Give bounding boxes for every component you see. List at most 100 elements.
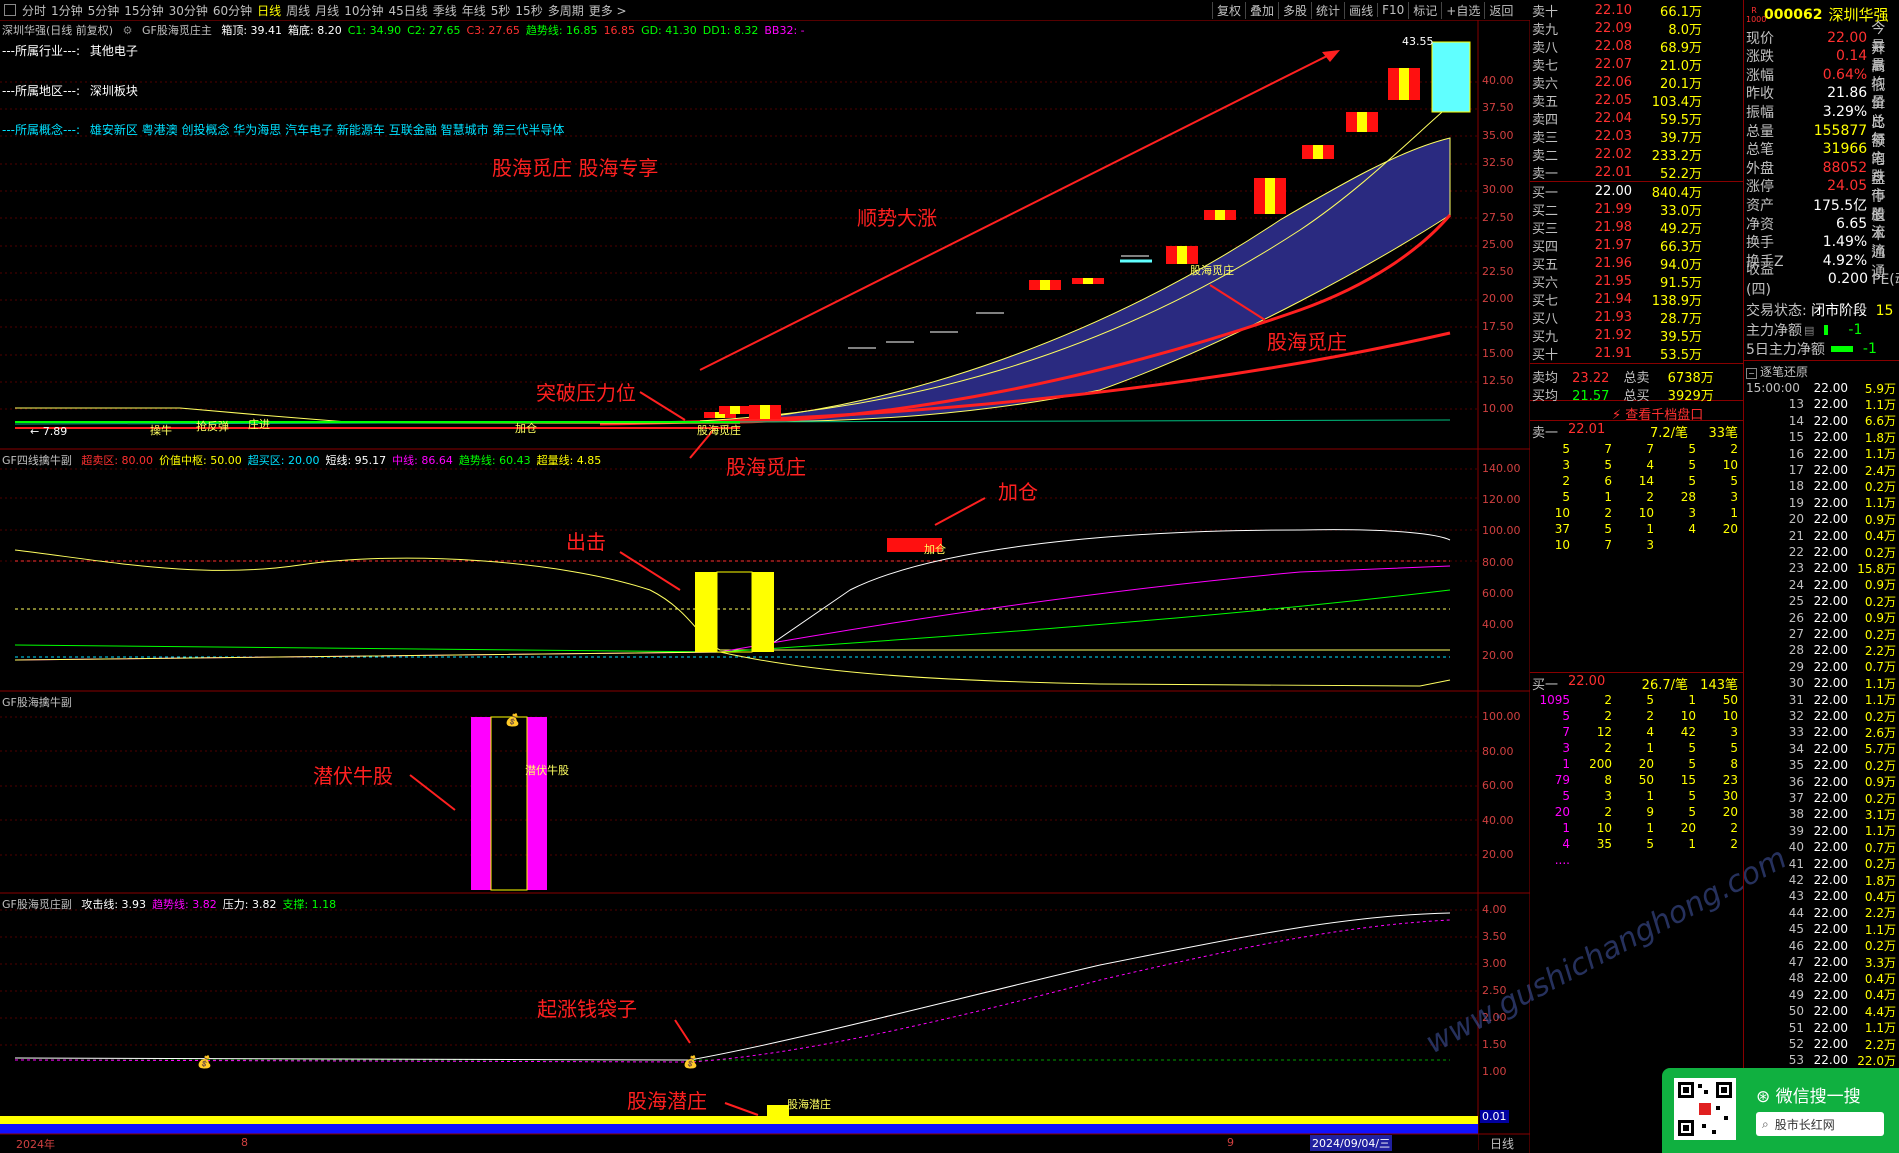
ask-row[interactable]: 卖五 22.05 103.4万 xyxy=(1532,91,1702,110)
bid-row[interactable]: 买四 21.97 66.3万 xyxy=(1532,236,1702,255)
bid-row[interactable]: 买八 21.93 28.7万 xyxy=(1532,308,1702,327)
toolbar-button[interactable]: 统计 xyxy=(1311,1,1344,19)
bid-row[interactable]: 买三 21.98 49.2万 xyxy=(1532,218,1702,237)
bid-row[interactable]: 买五 21.96 94.0万 xyxy=(1532,254,1702,273)
gh-annotation-1: 股海觅庄 xyxy=(726,455,806,479)
trade-price: 22.00 xyxy=(1813,905,1848,920)
timeframe-tab[interactable]: 分时 xyxy=(22,2,46,19)
trade-price: 22.00 xyxy=(1813,758,1848,773)
trade-volume: 0.9万 xyxy=(1864,512,1896,527)
timeframe-tab[interactable]: 5秒 xyxy=(491,2,511,19)
queue-cell: 7 xyxy=(1604,538,1612,552)
timeframe-tab[interactable]: 1分钟 xyxy=(51,2,83,19)
ask-row[interactable]: 卖一 22.01 52.2万 xyxy=(1532,163,1702,182)
trade-price: 22.00 xyxy=(1813,955,1848,969)
queue-cell: 23 xyxy=(1722,773,1738,787)
qr-card[interactable]: ⊛ 微信搜一搜 ⌕ 股市长红网 xyxy=(1662,1068,1899,1153)
layout-icon[interactable] xyxy=(4,4,16,16)
ask-level: 卖一 xyxy=(1532,167,1559,182)
bid-row[interactable]: 买一 22.00 840.4万 xyxy=(1532,182,1702,201)
toolbar-button[interactable]: 画线 xyxy=(1344,1,1377,19)
bid-volume: 33.0万 xyxy=(1660,204,1702,219)
toolbar-button[interactable]: 多股 xyxy=(1278,1,1311,19)
trade-volume: 0.7万 xyxy=(1864,840,1896,855)
ask-row[interactable]: 卖四 22.04 59.5万 xyxy=(1532,109,1702,128)
qr-title: 微信搜一搜 xyxy=(1775,1087,1861,1107)
toolbar-button[interactable]: 叠加 xyxy=(1245,1,1278,19)
quote-value: 175.5亿 xyxy=(1813,197,1868,214)
toolbar-button[interactable]: F10 xyxy=(1377,3,1408,17)
timeframe-tab[interactable]: 季线 xyxy=(433,2,457,19)
period-label[interactable]: 日线 xyxy=(1490,1135,1514,1152)
timeframe-tab[interactable]: 30分钟 xyxy=(169,2,208,19)
panel2-title[interactable]: GF四线擒牛副 xyxy=(2,454,72,467)
trade-volume: 0.9万 xyxy=(1864,578,1896,593)
buy1-price: 22.00 xyxy=(1568,674,1606,689)
trade-row: 13 22.00 1.1万 xyxy=(1746,396,1896,412)
bid-row[interactable]: 买十 21.91 53.5万 xyxy=(1532,344,1702,363)
trades-icon[interactable]: − xyxy=(1746,368,1757,379)
ask-row[interactable]: 卖十 22.10 66.1万 xyxy=(1532,1,1702,20)
timeframe-tab[interactable]: 周线 xyxy=(286,2,310,19)
trade-volume: 2.4万 xyxy=(1864,463,1896,478)
lurk-box xyxy=(490,716,528,891)
bid-row[interactable]: 买七 21.94 138.9万 xyxy=(1532,290,1702,309)
queue-row: 5 1 2 28 3 xyxy=(1532,489,1738,505)
ask-volume: 68.9万 xyxy=(1660,41,1702,56)
timeframe-tab[interactable]: 年线 xyxy=(462,2,486,19)
y-tick: 27.50 xyxy=(1482,210,1514,224)
trade-price: 22.00 xyxy=(1813,676,1848,691)
trade-time: 18 xyxy=(1788,479,1804,494)
timeframe-tab[interactable]: 60分钟 xyxy=(213,2,252,19)
bid-row[interactable]: 买二 21.99 33.0万 xyxy=(1532,200,1702,219)
trade-row: 53 22.00 22.0万 xyxy=(1746,1052,1896,1068)
max-price-label: 43.55 xyxy=(1402,35,1434,48)
trade-volume: 2.2万 xyxy=(1864,1037,1896,1052)
timeframe-tab[interactable]: 45日线 xyxy=(388,2,427,19)
bid-row[interactable]: 买九 21.92 39.5万 xyxy=(1532,326,1702,345)
timeframe-tab[interactable]: 多周期 xyxy=(548,2,584,19)
trade-price: 22.00 xyxy=(1813,856,1848,871)
trade-row: 48 22.00 0.4万 xyxy=(1746,970,1896,986)
y-tick: 37.50 xyxy=(1482,101,1514,115)
bid-volume: 91.5万 xyxy=(1660,276,1702,291)
ask-level: 卖九 xyxy=(1532,23,1559,38)
bid-row[interactable]: 买六 21.95 91.5万 xyxy=(1532,272,1702,291)
trade-row: 22 22.00 0.2万 xyxy=(1746,544,1896,560)
timeframe-tab[interactable]: 5分钟 xyxy=(88,2,120,19)
toolbar-button[interactable]: 复权 xyxy=(1212,1,1245,19)
toolbar-button[interactable]: +自选 xyxy=(1441,1,1484,19)
breakout-annotation: 突破压力位 xyxy=(536,381,636,405)
toolbar-button[interactable]: 返回 xyxy=(1484,1,1517,19)
ask-row[interactable]: 卖九 22.09 8.0万 xyxy=(1532,19,1702,38)
sell1-amount: 7.2/笔 xyxy=(1649,426,1688,441)
trade-time: 31 xyxy=(1788,692,1804,707)
panel3-title[interactable]: GF股海擒牛副 xyxy=(2,696,72,709)
x-axis-month-8: 8 xyxy=(241,1136,248,1149)
trade-row: 44 22.00 2.2万 xyxy=(1746,905,1896,921)
ask-row[interactable]: 卖七 22.07 21.0万 xyxy=(1532,55,1702,74)
timeframe-tab[interactable]: 15分钟 xyxy=(124,2,163,19)
chart-icon[interactable]: ▤ xyxy=(1804,324,1814,337)
timeframe-tab[interactable]: 15秒 xyxy=(515,2,542,19)
ask-row[interactable]: 卖六 22.06 20.1万 xyxy=(1532,73,1702,92)
trade-volume: 2.2万 xyxy=(1864,906,1896,921)
timeframe-tab[interactable]: 更多 > xyxy=(589,2,627,19)
trade-price: 22.00 xyxy=(1813,938,1848,953)
timeframe-tab[interactable]: 日线 xyxy=(257,2,281,19)
y-tick: 25.00 xyxy=(1482,237,1514,251)
qr-search-box[interactable]: ⌕ 股市长红网 xyxy=(1756,1112,1884,1136)
bid-price: 21.95 xyxy=(1594,274,1632,289)
ask-row[interactable]: 卖三 22.03 39.7万 xyxy=(1532,127,1702,146)
ask-row[interactable]: 卖二 22.02 233.2万 xyxy=(1532,145,1702,164)
indicator-param: 超卖区: 80.00 xyxy=(81,454,154,467)
toolbar-button[interactable]: 标记 xyxy=(1408,1,1441,19)
panel4-title[interactable]: GF股海觅庄副 xyxy=(2,898,72,911)
timeframe-tab[interactable]: 月线 xyxy=(315,2,339,19)
timeframe-tab[interactable]: 10分钟 xyxy=(344,2,383,19)
ask-row[interactable]: 卖八 22.08 68.9万 xyxy=(1532,37,1702,56)
y-tick: 100.00 xyxy=(1482,524,1521,538)
quote-label: 现价 xyxy=(1746,30,1774,47)
panel3-header: GF股海擒牛副 xyxy=(2,694,78,710)
qr-pattern xyxy=(1678,1082,1732,1136)
